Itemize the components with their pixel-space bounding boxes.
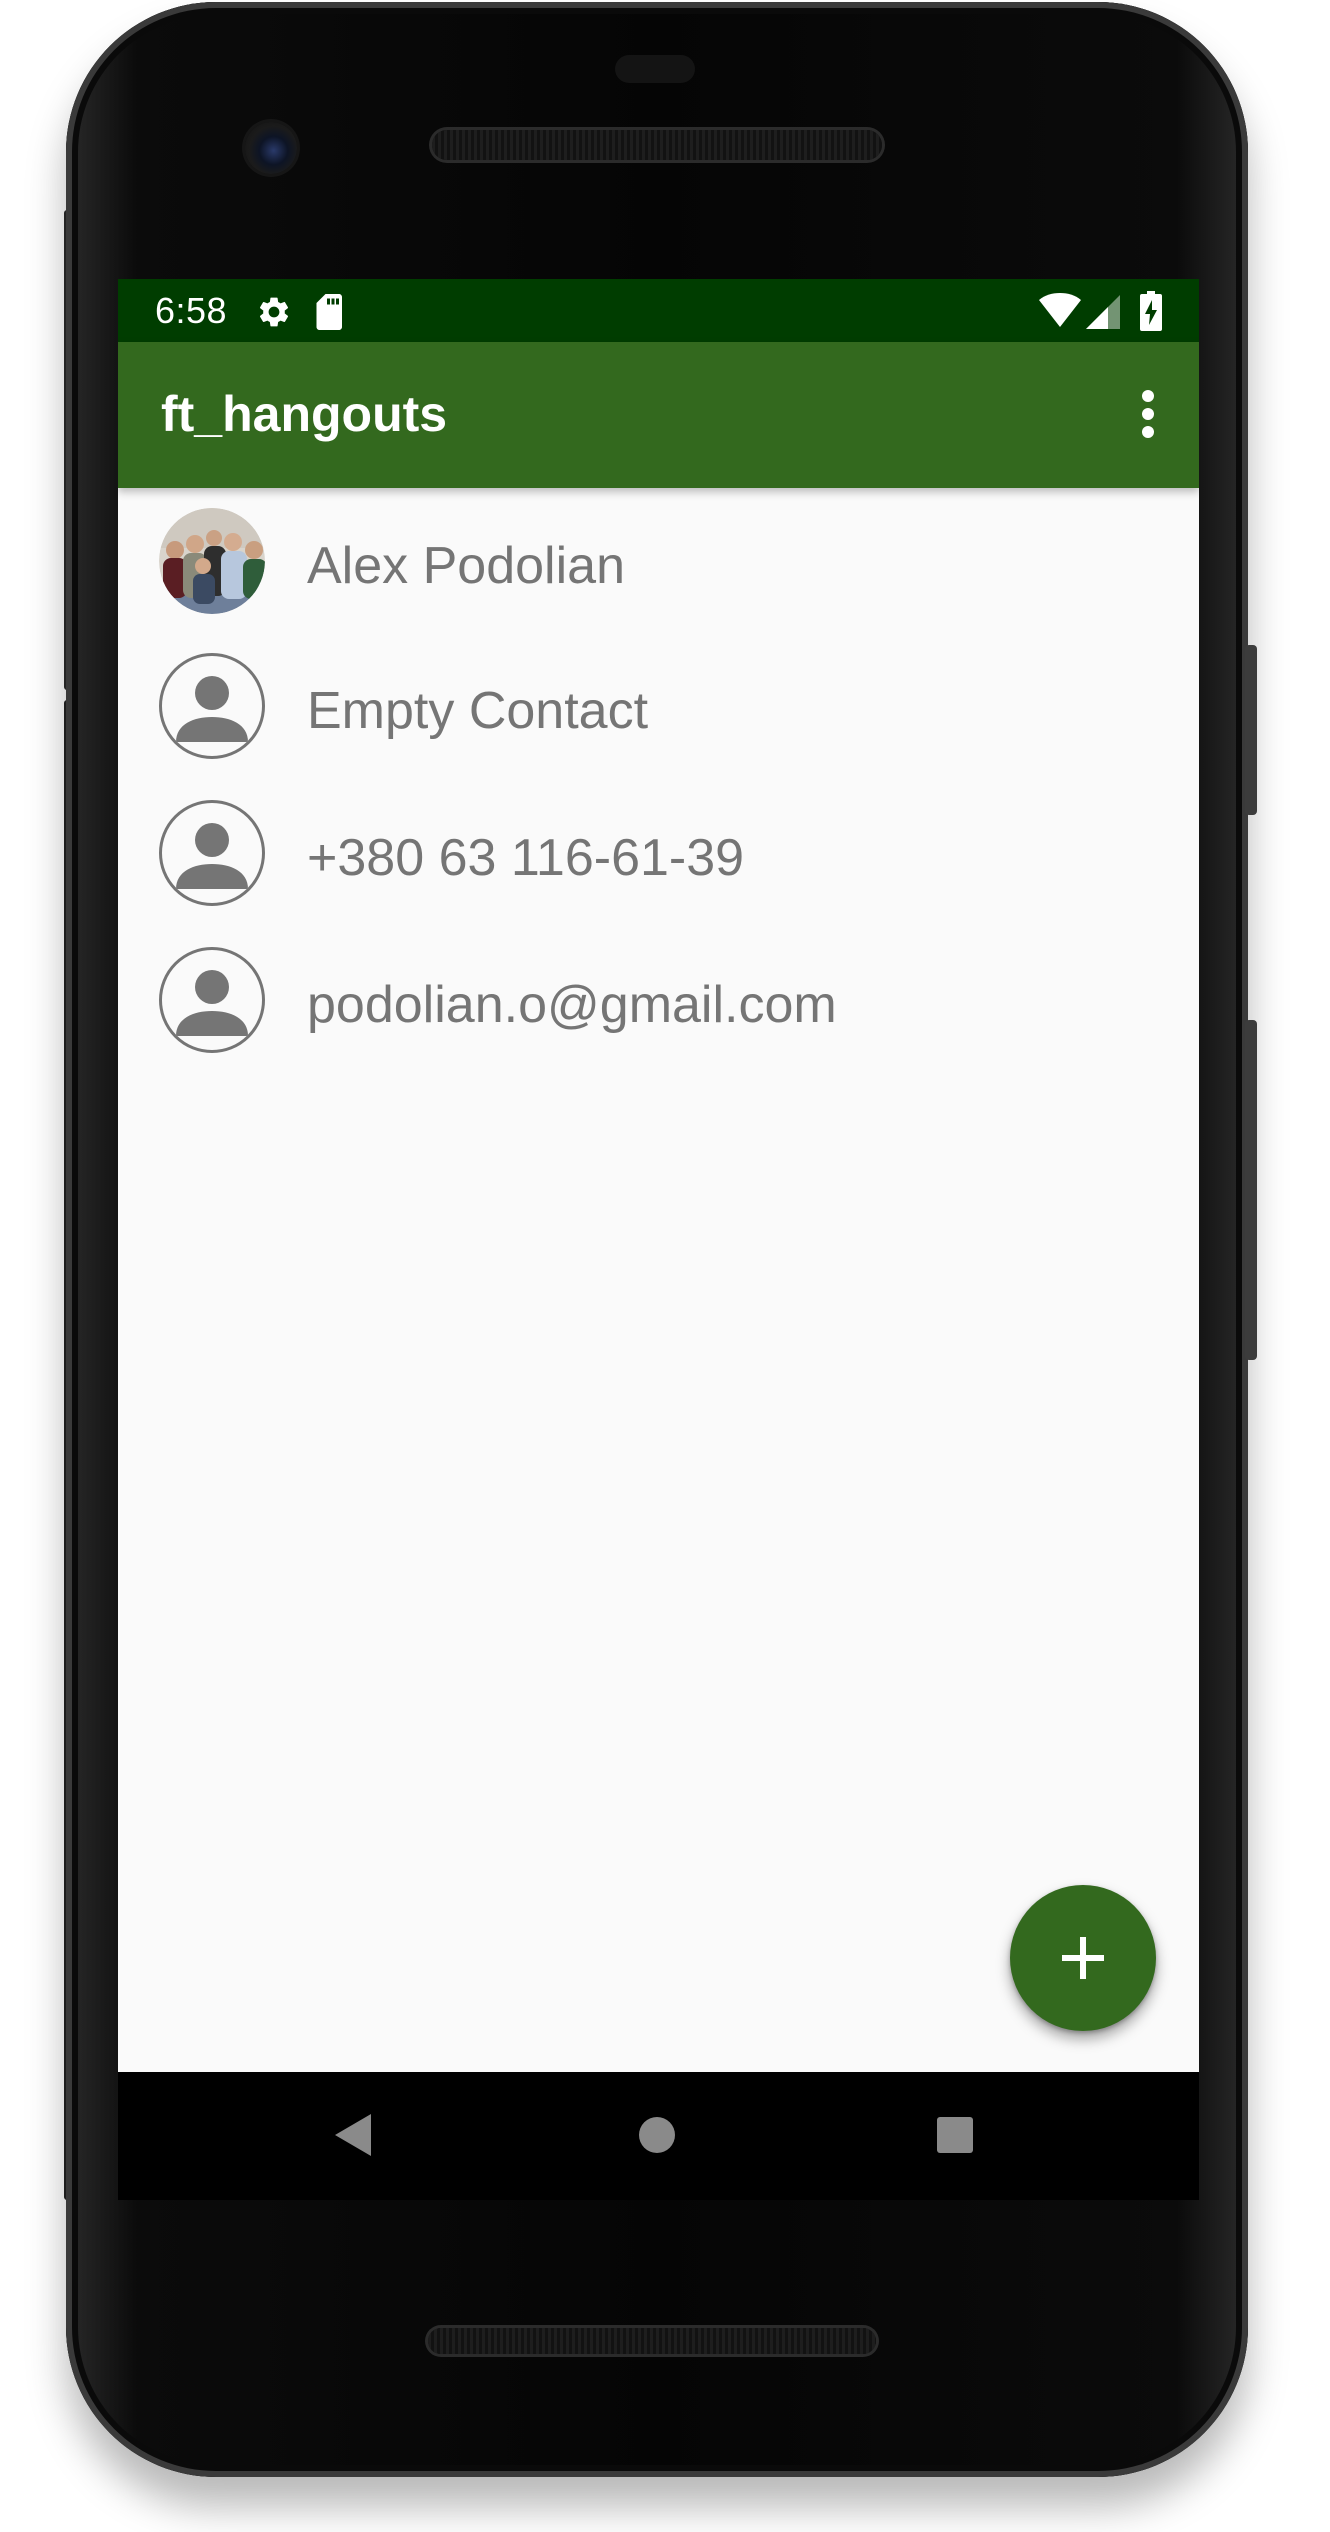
nav-recents-button[interactable]: [936, 2116, 974, 2154]
person-placeholder-icon: [159, 947, 265, 1053]
contact-name: Empty Contact: [307, 682, 649, 740]
contact-photo: [159, 508, 265, 614]
earpiece-speaker: [432, 130, 882, 160]
nav-home-button[interactable]: [638, 2116, 676, 2154]
proximity-sensor: [615, 55, 695, 83]
cell-signal-icon: [1086, 295, 1120, 329]
contact-row[interactable]: Alex Podolian: [118, 488, 1199, 633]
contact-name: +380 63 116-61-39: [307, 829, 745, 887]
back-icon: [335, 2114, 371, 2156]
contact-row[interactable]: +380 63 116-61-39: [118, 780, 1199, 927]
sd-card-icon: [316, 294, 342, 330]
contact-name: Alex Podolian: [307, 537, 625, 595]
status-time: 6:58: [155, 290, 228, 331]
person-placeholder-icon: [159, 653, 265, 759]
contact-name: podolian.o@gmail.com: [307, 976, 837, 1034]
gear-icon: [259, 297, 289, 327]
phone-screen: 6:58 ft_hangouts Alex Podolian Empty Con…: [118, 279, 1199, 2072]
wifi-icon: [1039, 293, 1081, 327]
app-bar: ft_hangouts: [118, 342, 1199, 488]
person-placeholder-icon: [159, 800, 265, 906]
bottom-speaker: [428, 2328, 876, 2354]
front-camera: [245, 122, 297, 174]
home-icon: [639, 2117, 675, 2153]
add-contact-button[interactable]: [1010, 1885, 1156, 2031]
battery-charging-icon: [1140, 291, 1162, 331]
nav-back-button[interactable]: [333, 2112, 373, 2158]
plus-icon: [1062, 1937, 1104, 1979]
contact-row[interactable]: podolian.o@gmail.com: [118, 927, 1199, 1074]
app-title: ft_hangouts: [161, 386, 448, 442]
navigation-bar: [118, 2072, 1199, 2200]
status-bar: 6:58: [118, 279, 1199, 342]
more-vert-icon: [1142, 390, 1154, 438]
volume-rocker: [1245, 1020, 1257, 1360]
contact-row[interactable]: Empty Contact: [118, 633, 1199, 780]
power-button: [1245, 645, 1257, 815]
contact-list: Alex Podolian Empty Contact +380 63 116-…: [118, 488, 1199, 1074]
recents-icon: [937, 2117, 973, 2153]
overflow-menu-button[interactable]: [1128, 382, 1168, 446]
